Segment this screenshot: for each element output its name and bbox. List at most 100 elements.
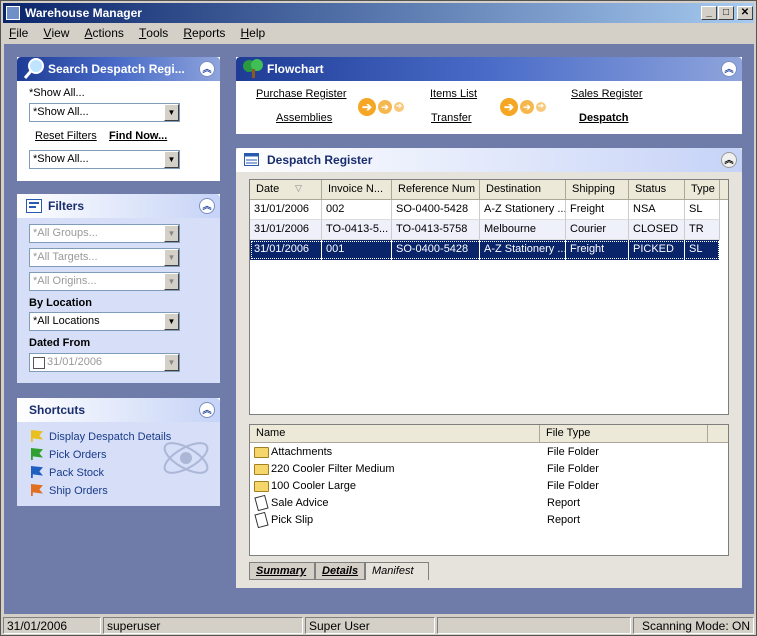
flowchart-panel: Flowchart ︽ Purchase Register Assemblies…	[236, 57, 742, 134]
app-window: Warehouse Manager _ □ ✕ File View Action…	[0, 0, 757, 636]
flow-sales-register[interactable]: Sales Register	[571, 88, 643, 100]
status-user: superuser	[103, 617, 303, 634]
dated-from-picker[interactable]: 31/01/2006 ▼	[29, 353, 180, 372]
table-row[interactable]: 31/01/2006 TO-0413-5... TO-0413-5758 Mel…	[250, 220, 720, 240]
file-type: File Folder	[547, 463, 599, 475]
close-button[interactable]: ✕	[737, 6, 753, 20]
shortcut-display-despatch-details[interactable]: Display Despatch Details	[31, 430, 171, 446]
flowchart-tree-icon	[243, 59, 263, 78]
column-header-date[interactable]: Date ▽	[250, 180, 322, 200]
flowchart-panel-title: Flowchart	[267, 62, 324, 76]
column-header-name[interactable]: Name	[250, 425, 540, 443]
collapse-icon[interactable]: ︽	[721, 61, 737, 77]
file-type: Report	[547, 514, 581, 526]
flag-icon	[31, 448, 43, 460]
column-header-file-type[interactable]: File Type	[540, 425, 708, 443]
search-panel-header[interactable]: Search Despatch Regi... ︽	[17, 57, 220, 81]
chevron-down-icon[interactable]: ▼	[164, 313, 179, 330]
register-panel-title: Despatch Register	[267, 153, 373, 167]
tab-details[interactable]: Details	[315, 562, 365, 580]
collapse-icon[interactable]: ︽	[199, 402, 215, 418]
find-now-link[interactable]: Find Now...	[109, 130, 167, 142]
register-panel-header[interactable]: Despatch Register ︽	[236, 148, 742, 172]
list-item[interactable]: Sale Advice Report	[253, 494, 727, 512]
collapse-icon[interactable]: ︽	[199, 61, 215, 77]
date-checkbox[interactable]	[33, 357, 45, 369]
menu-tools[interactable]: Tools	[133, 24, 174, 40]
table-row[interactable]: 31/01/2006 002 SO-0400-5428 A-Z Statione…	[250, 200, 720, 220]
location-combo[interactable]: *All Locations ▼	[29, 312, 180, 331]
tab-summary[interactable]: Summary	[249, 562, 315, 580]
flow-purchase-register[interactable]: Purchase Register	[256, 88, 347, 100]
shortcut-ship-orders[interactable]: Ship Orders	[31, 484, 108, 500]
flow-items-list[interactable]: Items List	[430, 88, 477, 100]
cell-invoice: TO-0413-5...	[322, 220, 392, 240]
collapse-icon[interactable]: ︽	[721, 152, 737, 168]
folder-icon	[254, 481, 269, 492]
workspace: Search Despatch Regi... ︽ *Show All... *…	[4, 44, 754, 614]
shortcut-pack-stock[interactable]: Pack Stock	[31, 466, 104, 482]
sort-desc-icon: ▽	[295, 183, 302, 193]
minimize-button[interactable]: _	[701, 6, 717, 20]
chevron-down-icon[interactable]: ▼	[164, 104, 179, 121]
register-icon	[244, 153, 259, 166]
chevron-down-icon[interactable]: ▼	[164, 151, 179, 168]
cell-date: 31/01/2006	[250, 200, 322, 220]
search-combo-primary[interactable]: *Show All... ▼	[29, 103, 180, 122]
flow-transfer[interactable]: Transfer	[431, 112, 472, 124]
reset-filters-link[interactable]: Reset Filters	[35, 130, 97, 142]
list-item[interactable]: Attachments File Folder	[253, 444, 727, 461]
shortcut-pick-orders[interactable]: Pick Orders	[31, 448, 106, 464]
origins-combo[interactable]: *All Origins... ▼	[29, 272, 180, 291]
shortcuts-panel-header[interactable]: Shortcuts ︽	[17, 398, 220, 422]
column-header-status[interactable]: Status	[629, 180, 685, 200]
groups-combo[interactable]: *All Groups... ▼	[29, 224, 180, 243]
chevron-down-icon[interactable]: ▼	[164, 225, 179, 242]
filters-panel-title: Filters	[48, 199, 85, 213]
column-header-type[interactable]: Type	[685, 180, 720, 200]
filters-panel: Filters ︽ *All Groups... ▼ *All Targets.…	[17, 194, 220, 383]
tab-manifest[interactable]: Manifest	[365, 562, 429, 580]
column-header-reference[interactable]: Reference Num	[392, 180, 480, 200]
tab-strip: Summary Details Manifest	[249, 562, 549, 582]
cell-type: SL	[685, 200, 720, 220]
flowchart-panel-header[interactable]: Flowchart ︽	[236, 57, 742, 81]
collapse-icon[interactable]: ︽	[199, 198, 215, 214]
column-header-filler	[720, 180, 728, 200]
flow-assemblies[interactable]: Assemblies	[276, 112, 332, 124]
chevron-down-icon[interactable]: ▼	[164, 273, 179, 290]
cell-status: NSA	[629, 200, 685, 220]
menu-actions[interactable]: Actions	[79, 24, 130, 40]
column-header-shipping[interactable]: Shipping	[566, 180, 629, 200]
targets-combo[interactable]: *All Targets... ▼	[29, 248, 180, 267]
cell-type: SL	[685, 240, 720, 260]
by-location-label: By Location	[29, 297, 92, 309]
status-bar: 31/01/2006 superuser Super User Scanning…	[3, 616, 754, 635]
flow-despatch[interactable]: Despatch	[579, 112, 629, 124]
column-header-invoice[interactable]: Invoice N...	[322, 180, 392, 200]
flow-arrows-icon: ➔ ➔ ➔	[500, 98, 550, 116]
cell-destination: A-Z Stationery ...	[480, 240, 566, 260]
maximize-button[interactable]: □	[718, 6, 734, 20]
table-row-selected[interactable]: 31/01/2006 001 SO-0400-5428 A-Z Statione…	[250, 240, 720, 260]
list-item[interactable]: Pick Slip Report	[253, 511, 727, 529]
file-name: Attachments	[271, 446, 333, 458]
column-header-filler	[708, 425, 728, 443]
column-header-destination[interactable]: Destination	[480, 180, 566, 200]
title-bar[interactable]: Warehouse Manager _ □ ✕	[3, 3, 754, 23]
chevron-down-icon[interactable]: ▼	[164, 354, 179, 371]
list-item[interactable]: 220 Cooler Filter Medium File Folder	[253, 461, 727, 478]
menu-reports[interactable]: Reports	[177, 24, 231, 40]
menu-file[interactable]: File	[3, 24, 34, 40]
chevron-down-icon[interactable]: ▼	[164, 249, 179, 266]
menu-view[interactable]: View	[37, 24, 75, 40]
dated-from-label: Dated From	[29, 337, 91, 349]
file-type: File Folder	[547, 446, 599, 458]
menu-help[interactable]: Help	[234, 24, 271, 40]
status-role: Super User	[305, 617, 435, 634]
shortcuts-panel-title: Shortcuts	[29, 403, 86, 417]
filters-panel-header[interactable]: Filters ︽	[17, 194, 220, 218]
search-combo-secondary[interactable]: *Show All... ▼	[29, 150, 180, 169]
list-item[interactable]: 100 Cooler Large File Folder	[253, 478, 727, 495]
app-icon	[6, 6, 20, 20]
